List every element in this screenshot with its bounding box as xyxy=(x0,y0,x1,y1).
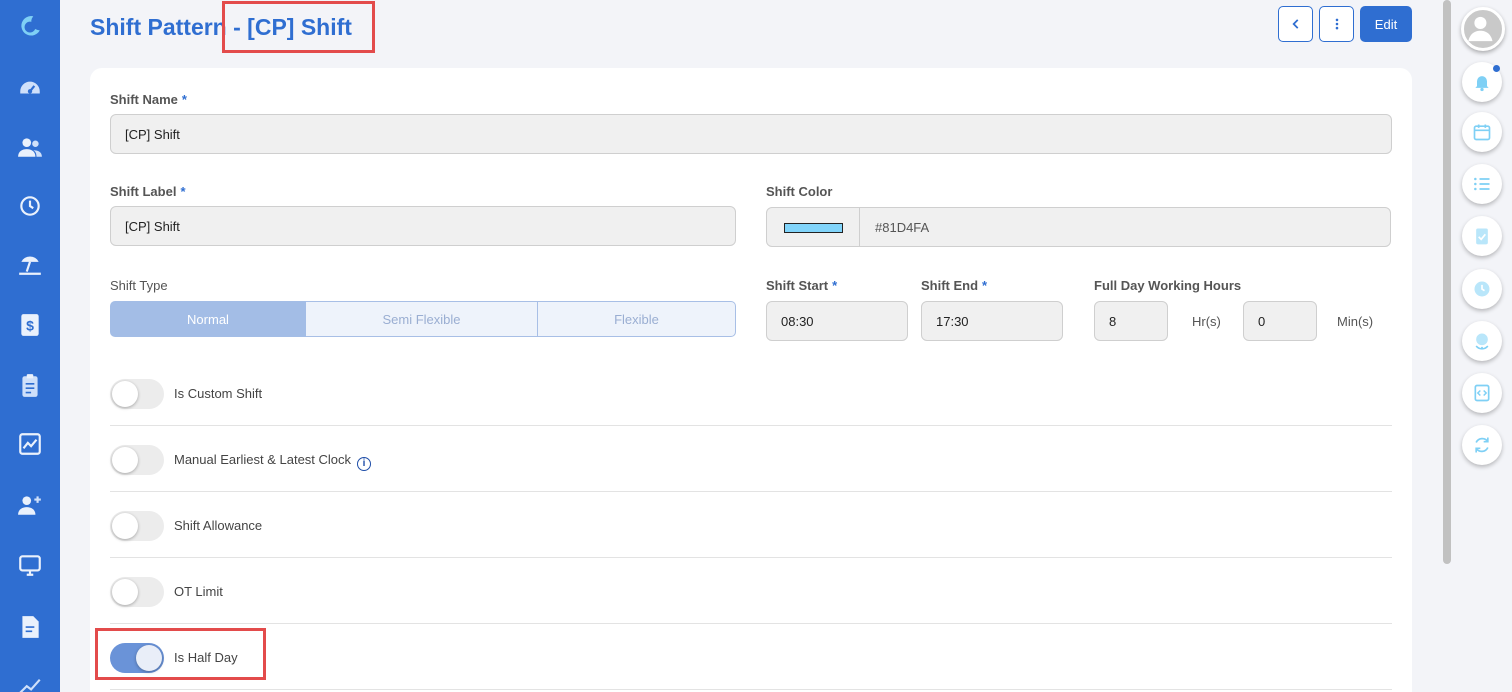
custom-shift-toggle[interactable] xyxy=(110,379,164,409)
required-asterisk: * xyxy=(982,278,988,293)
edit-button[interactable]: Edit xyxy=(1360,6,1412,42)
chevron-left-icon xyxy=(1291,19,1298,29)
bell-icon xyxy=(1475,76,1489,92)
shift-start-label-text: Shift Start xyxy=(766,278,829,293)
manual-clock-toggle[interactable] xyxy=(110,445,164,475)
shift-end-label: Shift End * xyxy=(921,278,987,293)
toggle-knob xyxy=(112,579,138,605)
globe-button[interactable] xyxy=(1462,321,1502,361)
toggle-row-custom-shift: Is Custom Shift xyxy=(110,360,1392,426)
ot-limit-toggle[interactable] xyxy=(110,577,164,607)
half-day-highlight-box xyxy=(95,628,266,680)
color-swatch-box[interactable] xyxy=(767,208,860,246)
hours-field[interactable]: 8 xyxy=(1094,301,1168,341)
toggle-knob xyxy=(112,513,138,539)
shift-label-label-text: Shift Label xyxy=(110,184,177,199)
chart-icon[interactable] xyxy=(14,428,46,460)
full-day-hours-label: Full Day Working Hours xyxy=(1094,278,1242,293)
clock-icon xyxy=(1474,281,1490,297)
shift-type-flexible[interactable]: Flexible xyxy=(538,301,736,337)
page-title-prefix: Shift Pattern xyxy=(90,14,227,40)
shift-name-field[interactable]: [CP] Shift xyxy=(110,114,1392,154)
right-rail xyxy=(1454,0,1512,692)
shift-type-semi-flexible[interactable]: Semi Flexible xyxy=(306,301,538,337)
page-scrollbar[interactable] xyxy=(1440,0,1454,692)
notification-dot xyxy=(1493,65,1500,72)
add-user-icon[interactable] xyxy=(14,489,46,521)
shift-name-label: Shift Name * xyxy=(110,92,187,107)
code-icon xyxy=(1474,384,1490,402)
shift-label-label: Shift Label * xyxy=(110,184,186,199)
back-button[interactable] xyxy=(1278,6,1313,42)
custom-shift-label: Is Custom Shift xyxy=(174,386,263,401)
svg-text:$: $ xyxy=(26,317,34,333)
required-asterisk: * xyxy=(180,184,186,199)
main-content: Shift Pattern - [CP] Shift Edit Shift Na… xyxy=(60,0,1440,692)
list-icon xyxy=(1474,177,1490,191)
globe-icon xyxy=(1475,333,1489,350)
shift-allowance-label: Shift Allowance xyxy=(174,518,263,533)
title-highlight-box xyxy=(222,1,375,53)
trend-icon[interactable] xyxy=(14,668,46,692)
dashboard-icon[interactable] xyxy=(14,71,46,103)
people-icon[interactable] xyxy=(14,131,46,163)
beach-icon[interactable] xyxy=(14,248,46,280)
manual-clock-label: Manual Earliest & Latest Clock i xyxy=(174,452,372,471)
vertical-dots-icon xyxy=(1335,18,1338,30)
shift-allowance-toggle[interactable] xyxy=(110,511,164,541)
left-sidebar: $ xyxy=(0,0,60,692)
shift-color-hex: #81D4FA xyxy=(875,220,930,235)
clipboard-icon[interactable] xyxy=(14,370,46,402)
clipboard-check-icon xyxy=(1476,228,1488,245)
calendar-icon xyxy=(1473,124,1491,141)
ot-limit-label: OT Limit xyxy=(174,584,223,599)
color-swatch xyxy=(784,223,843,233)
toggle-knob xyxy=(112,447,138,473)
shift-end-label-text: Shift End xyxy=(921,278,979,293)
shift-label-field[interactable]: [CP] Shift xyxy=(110,206,736,246)
toggle-row-ot-limit: OT Limit xyxy=(110,558,1392,624)
code-button[interactable] xyxy=(1462,373,1502,413)
refresh-icon xyxy=(1475,437,1489,453)
avatar-icon[interactable] xyxy=(1461,7,1505,51)
moon-logo-icon[interactable] xyxy=(14,10,46,42)
hours-unit: Hr(s) xyxy=(1192,314,1221,329)
toggle-row-shift-allowance: Shift Allowance xyxy=(110,492,1392,558)
shift-color-field[interactable]: #81D4FA xyxy=(766,207,1391,247)
shift-type-normal[interactable]: Normal xyxy=(110,301,306,337)
notifications-button[interactable] xyxy=(1462,62,1502,102)
shift-type-label: Shift Type xyxy=(110,278,168,293)
minutes-field[interactable]: 0 xyxy=(1243,301,1317,341)
required-asterisk: * xyxy=(181,92,187,107)
shift-form-card: Shift Name * [CP] Shift Shift Label * [CP]… xyxy=(90,68,1412,692)
scrollbar-thumb[interactable] xyxy=(1443,0,1451,564)
shift-type-segmented: Normal Semi Flexible Flexible xyxy=(110,301,736,337)
monitor-icon[interactable] xyxy=(14,549,46,581)
calendar-button[interactable] xyxy=(1462,112,1502,152)
minutes-unit: Min(s) xyxy=(1337,314,1374,329)
toggle-row-half-day: Is Half Day xyxy=(110,624,1392,690)
shift-start-label: Shift Start * xyxy=(766,278,837,293)
toggle-knob xyxy=(112,381,138,407)
refresh-button[interactable] xyxy=(1462,425,1502,465)
tasks-button[interactable] xyxy=(1462,216,1502,256)
shift-start-field[interactable]: 08:30 xyxy=(766,301,908,341)
info-icon[interactable]: i xyxy=(357,456,372,471)
more-options-button[interactable] xyxy=(1319,6,1354,42)
toggle-row-manual-clock: Manual Earliest & Latest Clock i xyxy=(110,426,1392,492)
document-icon[interactable] xyxy=(14,611,46,643)
list-button[interactable] xyxy=(1462,164,1502,204)
dollar-doc-icon[interactable]: $ xyxy=(14,309,46,341)
history-icon[interactable] xyxy=(14,190,46,222)
required-asterisk: * xyxy=(832,278,838,293)
shift-end-field[interactable]: 17:30 xyxy=(921,301,1063,341)
shift-name-label-text: Shift Name xyxy=(110,92,178,107)
shift-color-label: Shift Color xyxy=(766,184,833,199)
clock-button[interactable] xyxy=(1462,269,1502,309)
manual-clock-label-text: Manual Earliest & Latest Clock xyxy=(174,452,352,467)
